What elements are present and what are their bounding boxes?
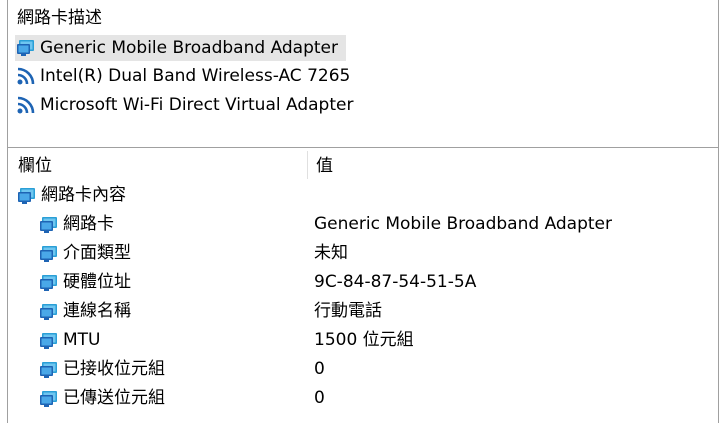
adapter-details-pane: 欄位 值 網路卡內容 網路卡 Generic Mobile Broadband …	[8, 151, 718, 423]
network-adapter-icon	[38, 272, 60, 294]
property-row[interactable]: 介面類型 未知	[8, 239, 718, 268]
property-row[interactable]: 已接收位元組 0	[8, 355, 718, 384]
property-value: 0	[314, 388, 325, 408]
network-adapter-icon	[38, 359, 60, 381]
network-adapter-icon	[15, 37, 37, 59]
property-row[interactable]: 已傳送位元組 0	[8, 384, 718, 413]
property-row[interactable]: 硬體位址 9C-84-87-54-51-5A	[8, 268, 718, 297]
network-adapter-icon	[38, 301, 60, 323]
adapter-item-generic-mobile-broadband[interactable]: Generic Mobile Broadband Adapter	[15, 35, 347, 61]
property-value: 行動電話	[314, 301, 382, 321]
wifi-signal-icon	[15, 94, 37, 116]
wifi-signal-icon	[15, 65, 37, 87]
adapter-item-label: Intel(R) Dual Band Wireless-AC 7265	[40, 66, 351, 86]
adapter-list-title: 網路卡描述	[17, 8, 102, 28]
property-value: 0	[314, 359, 325, 379]
group-row-adapter-properties[interactable]: 網路卡內容	[8, 181, 718, 210]
adapter-item-label: Generic Mobile Broadband Adapter	[40, 38, 339, 58]
network-adapter-icon	[38, 388, 60, 410]
column-divider[interactable]	[307, 151, 308, 179]
adapter-item-intel-wireless[interactable]: Intel(R) Dual Band Wireless-AC 7265	[15, 63, 358, 89]
property-value: 9C-84-87-54-51-5A	[314, 272, 477, 292]
property-field: 網路卡	[63, 214, 114, 234]
property-field: MTU	[63, 330, 101, 350]
group-label: 網路卡內容	[41, 185, 126, 205]
property-row[interactable]: MTU 1500 位元組	[8, 326, 718, 355]
property-field: 連線名稱	[63, 301, 131, 321]
column-header-value[interactable]: 值	[316, 153, 333, 179]
property-field: 硬體位址	[63, 272, 131, 292]
adapter-item-wifi-direct[interactable]: Microsoft Wi-Fi Direct Virtual Adapter	[15, 92, 361, 118]
property-field: 已傳送位元組	[63, 388, 165, 408]
property-field: 介面類型	[63, 243, 131, 263]
property-value: Generic Mobile Broadband Adapter	[314, 214, 613, 234]
property-row[interactable]: 網路卡 Generic Mobile Broadband Adapter	[8, 210, 718, 239]
property-value: 1500 位元組	[314, 330, 414, 350]
column-header-field[interactable]: 欄位	[18, 153, 52, 179]
network-adapter-icon	[38, 214, 60, 236]
adapter-list-pane: 網路卡描述 Generic Mobile Broadband Adapter I…	[8, 0, 718, 148]
network-adapter-icon	[38, 330, 60, 352]
property-value: 未知	[314, 243, 348, 263]
property-field: 已接收位元組	[63, 359, 165, 379]
network-adapter-panel: 網路卡描述 Generic Mobile Broadband Adapter I…	[7, 0, 719, 423]
adapter-item-label: Microsoft Wi-Fi Direct Virtual Adapter	[40, 95, 354, 115]
network-adapter-icon	[16, 185, 38, 207]
property-row[interactable]: 連線名稱 行動電話	[8, 297, 718, 326]
network-adapter-icon	[38, 243, 60, 265]
